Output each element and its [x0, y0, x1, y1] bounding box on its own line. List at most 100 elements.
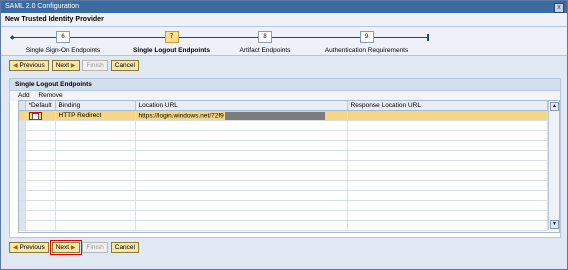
response-cell [347, 110, 548, 121]
empty-cell [347, 170, 548, 181]
roadmap: ◆ 6 Single Sign-On Endpoints 7 Single Lo… [1, 27, 567, 56]
empty-cell [55, 220, 136, 231]
empty-cell [347, 220, 548, 231]
roadmap-step-label: Single Sign-On Endpoints [25, 47, 101, 54]
table-row[interactable] [19, 220, 548, 231]
empty-cell [135, 180, 348, 191]
roadmap-step-number: 6 [56, 31, 70, 43]
table-row[interactable] [19, 120, 548, 131]
bottom-button-bar: ◀ Previous Next ▶ Finish Cancel [9, 240, 140, 255]
scroll-down-icon[interactable]: ▼ [550, 220, 559, 229]
roadmap-step-label: Artifact Endpoints [239, 47, 291, 54]
column-location-url[interactable]: Location URL [135, 101, 348, 111]
previous-button[interactable]: ◀ Previous [9, 242, 49, 253]
finish-button[interactable]: Finish [82, 60, 108, 71]
empty-cell [25, 190, 56, 201]
empty-cell [25, 120, 56, 131]
table-row[interactable] [19, 130, 548, 141]
cancel-button[interactable]: Cancel [110, 242, 139, 253]
empty-cell [135, 220, 348, 231]
arrow-right-icon: ▶ [70, 245, 76, 251]
empty-cell [135, 130, 348, 141]
table-row[interactable] [19, 210, 548, 221]
add-button[interactable]: Add [18, 92, 30, 99]
default-checkbox[interactable] [31, 112, 39, 120]
table-row[interactable]: HTTP Redirect https://login.windows.net/… [19, 110, 548, 121]
empty-cell [347, 200, 548, 211]
endpoints-table: *Default Binding Location URL Response L… [18, 100, 560, 233]
binding-cell: HTTP Redirect [55, 110, 136, 121]
default-checkbox-highlight [28, 111, 42, 120]
page-title: New Trusted Identity Provider [1, 13, 567, 27]
empty-cell [25, 200, 56, 211]
close-icon[interactable]: x [554, 3, 564, 13]
window-title: SAML 2.0 Configuration [5, 3, 80, 10]
empty-cell [55, 120, 136, 131]
empty-cell [135, 170, 348, 181]
empty-cell [55, 130, 136, 141]
table-row[interactable] [19, 140, 548, 151]
table-row[interactable] [19, 160, 548, 171]
empty-cell [135, 190, 348, 201]
table-row[interactable] [19, 180, 548, 191]
roadmap-step-7[interactable]: 7 Single Logout Endpoints [129, 31, 214, 54]
table-row[interactable] [19, 170, 548, 181]
empty-cell [135, 140, 348, 151]
roadmap-step-9[interactable]: 9 Authentication Requirements [319, 31, 414, 54]
empty-cell [25, 140, 56, 151]
empty-cell [347, 190, 548, 201]
default-cell [25, 110, 56, 121]
empty-cell [25, 150, 56, 161]
location-cell: https://login.windows.net/72f9 [135, 110, 348, 121]
roadmap-end-marker [427, 34, 429, 41]
roadmap-step-number: 8 [258, 31, 272, 43]
empty-cell [135, 150, 348, 161]
column-response-location-url[interactable]: Response Location URL [347, 101, 548, 111]
empty-cell [135, 160, 348, 171]
remove-button[interactable]: Remove [38, 92, 62, 99]
single-logout-panel: Single Logout Endpoints Add Remove *Defa… [9, 78, 561, 238]
top-button-bar: ◀ Previous Next ▶ Finish Cancel [9, 60, 140, 71]
dialog-window: SAML 2.0 Configuration x New Trusted Ide… [0, 0, 568, 270]
window-titlebar: SAML 2.0 Configuration x [1, 1, 567, 13]
empty-cell [25, 180, 56, 191]
table-row[interactable] [19, 150, 548, 161]
empty-cell [55, 160, 136, 171]
empty-cell [135, 120, 348, 131]
arrow-right-icon: ▶ [70, 63, 76, 69]
arrow-left-icon: ◀ [13, 245, 18, 251]
empty-cell [25, 130, 56, 141]
cancel-button[interactable]: Cancel [110, 60, 139, 71]
empty-cell [55, 200, 136, 211]
empty-cell [55, 150, 136, 161]
previous-button[interactable]: ◀ Previous [9, 60, 49, 71]
empty-cell [55, 180, 136, 191]
scroll-up-icon[interactable]: ▲ [550, 102, 559, 111]
roadmap-step-6[interactable]: 6 Single Sign-On Endpoints [23, 31, 103, 54]
empty-cell [347, 180, 548, 191]
empty-cell [347, 210, 548, 221]
roadmap-step-number: 7 [164, 31, 179, 43]
empty-cell [55, 210, 136, 221]
empty-cell [55, 140, 136, 151]
column-default[interactable]: *Default [25, 101, 56, 111]
empty-cell [55, 190, 136, 201]
empty-cell [135, 210, 348, 221]
empty-cell [347, 160, 548, 171]
next-button[interactable]: Next ▶ [49, 240, 82, 255]
roadmap-step-label: Single Logout Endpoints [133, 47, 210, 54]
empty-cell [347, 130, 548, 141]
empty-cell [25, 210, 56, 221]
empty-cell [25, 160, 56, 171]
panel-title: Single Logout Endpoints [10, 79, 560, 91]
table-row[interactable] [19, 190, 548, 201]
column-binding[interactable]: Binding [55, 101, 136, 111]
vertical-scrollbar[interactable]: ▲ ▼ [548, 101, 559, 230]
roadmap-step-number: 9 [359, 31, 374, 43]
finish-button[interactable]: Finish [82, 242, 108, 253]
empty-cell [55, 170, 136, 181]
table-row[interactable] [19, 200, 548, 211]
roadmap-step-label: Authentication Requirements [324, 47, 409, 54]
roadmap-step-8[interactable]: 8 Artifact Endpoints [229, 31, 301, 54]
next-button[interactable]: Next ▶ [51, 60, 80, 71]
